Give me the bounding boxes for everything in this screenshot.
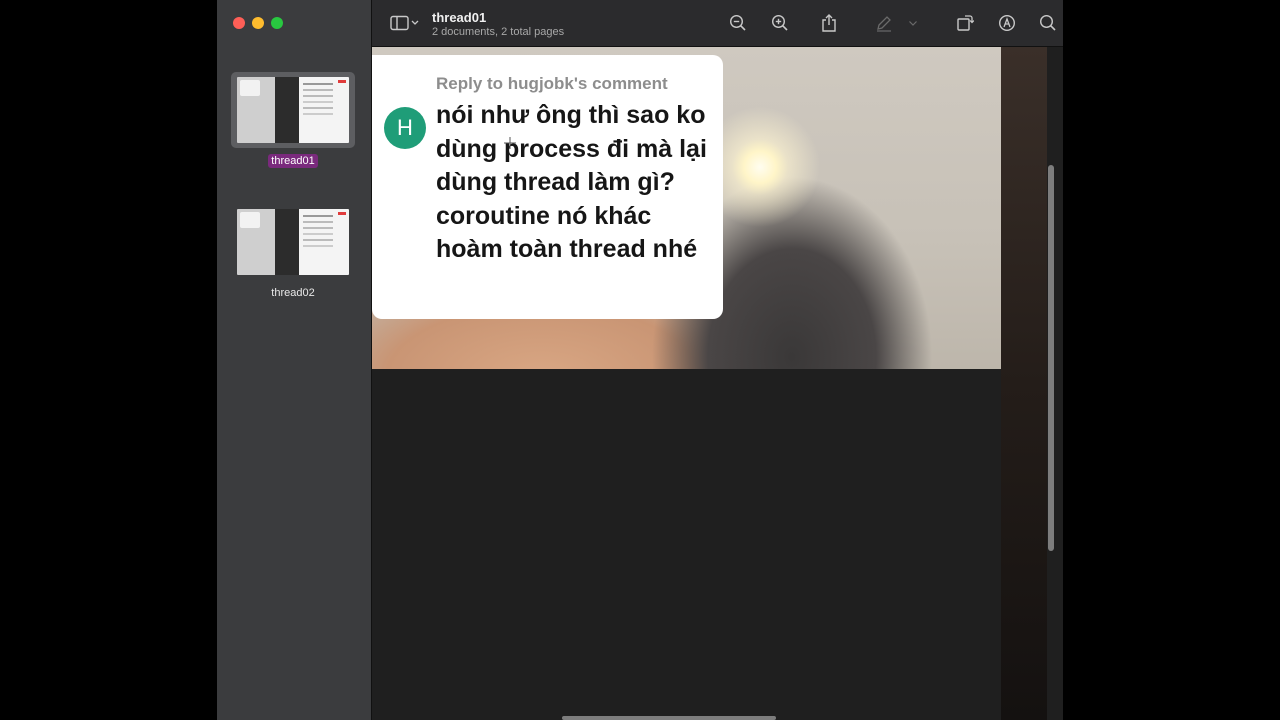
comment-card: Reply to hugjobk's comment H nói như ông… bbox=[372, 55, 723, 319]
document-thumbnail-thread01[interactable]: thread01 bbox=[231, 72, 355, 168]
rotate-icon bbox=[957, 15, 974, 31]
zoom-in-icon bbox=[771, 14, 788, 31]
share-button[interactable] bbox=[817, 12, 841, 34]
maximize-window-button[interactable] bbox=[271, 17, 283, 29]
search-icon bbox=[1039, 14, 1056, 31]
thumbnail-frame bbox=[231, 72, 355, 148]
vertical-scrollbar[interactable] bbox=[1048, 165, 1054, 551]
comment-text: nói như ông thì sao ko dùng process đi m… bbox=[436, 101, 707, 263]
document-subtitle: 2 documents, 2 total pages bbox=[432, 26, 565, 38]
thumbnail-sidebar: thread01 thread02 bbox=[217, 0, 372, 720]
zoom-in-button[interactable] bbox=[768, 12, 792, 34]
thumbnail-label: thread02 bbox=[271, 287, 315, 299]
avatar: H bbox=[384, 107, 426, 149]
search-button[interactable] bbox=[1036, 12, 1060, 34]
zoom-out-icon bbox=[729, 14, 746, 31]
rotate-button[interactable] bbox=[953, 12, 977, 34]
document-thumbnail-thread02[interactable]: thread02 bbox=[231, 204, 355, 299]
preview-window: thread01 thread02 thread01 2 documents, … bbox=[217, 0, 1063, 720]
thumbnail-frame bbox=[231, 204, 355, 280]
document-title: thread01 bbox=[432, 10, 487, 25]
page-edge-strip bbox=[1001, 47, 1047, 720]
toolbar: thread01 2 documents, 2 total pages bbox=[372, 0, 1063, 47]
sidebar-toggle-button[interactable] bbox=[388, 12, 422, 34]
annotate-icon bbox=[998, 14, 1016, 32]
markup-pen-icon bbox=[877, 16, 891, 32]
window-controls bbox=[233, 17, 283, 29]
horizontal-scrollbar[interactable] bbox=[562, 716, 776, 720]
thumbnail-page-preview bbox=[237, 77, 349, 143]
annotate-button[interactable] bbox=[995, 12, 1019, 34]
minimize-window-button[interactable] bbox=[252, 17, 264, 29]
share-icon bbox=[822, 14, 836, 32]
zoom-out-button[interactable] bbox=[726, 12, 750, 34]
markup-button[interactable] bbox=[872, 12, 896, 34]
thumbnail-label: thread01 bbox=[268, 154, 318, 168]
close-window-button[interactable] bbox=[233, 17, 245, 29]
reply-to-label: Reply to hugjobk's comment bbox=[436, 74, 668, 93]
markup-options-button[interactable] bbox=[906, 12, 920, 34]
thumbnail-page-preview bbox=[237, 209, 349, 275]
crosshair-cursor-icon bbox=[504, 137, 516, 149]
sidebar-toggle-icon bbox=[390, 15, 419, 31]
chevron-down-icon bbox=[909, 21, 917, 26]
background-edge bbox=[1063, 0, 1280, 720]
document-canvas[interactable]: Reply to hugjobk's comment H nói như ông… bbox=[372, 47, 1063, 720]
page-image: Reply to hugjobk's comment H nói như ông… bbox=[372, 47, 1001, 369]
document-title-block: thread01 2 documents, 2 total pages bbox=[432, 10, 564, 39]
